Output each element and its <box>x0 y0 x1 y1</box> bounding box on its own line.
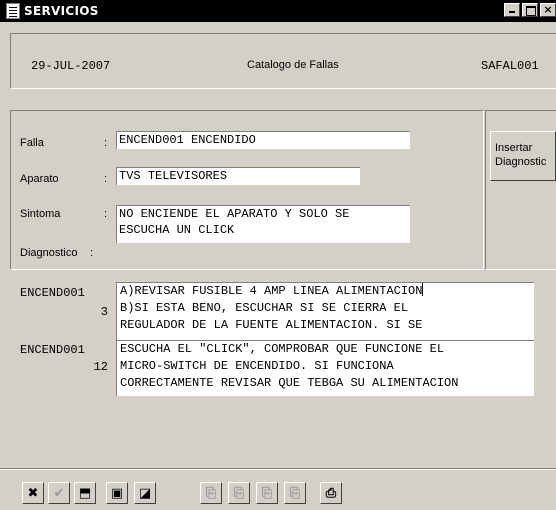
check-icon: ✔ <box>53 485 65 501</box>
insert-button-label-line2: Diagnostic <box>495 156 547 168</box>
aparato-code: TVS <box>119 169 141 183</box>
aparato-label: Aparato <box>20 173 59 185</box>
printer-icon: ⎙ <box>325 485 337 501</box>
header-panel: 29-JUL-2007 Catalogo de Fallas SAFAL001 <box>10 33 556 89</box>
diagnostic-code: ENCEND001 <box>20 343 85 357</box>
falla-label: Falla <box>20 137 44 149</box>
form-code: SAFAL001 <box>481 59 539 73</box>
delete-record-button[interactable]: ⎘ <box>228 482 250 504</box>
aparato-field[interactable]: TVS TELEVISORES <box>116 167 360 185</box>
diagnostic-line: B)SI ESTA BENO, ESCUCHAR SI SE CIERRA EL <box>120 301 409 315</box>
text-caret <box>422 283 424 296</box>
accept-button[interactable]: ✔ <box>48 482 70 504</box>
undo-icon: ⬒ <box>78 485 92 501</box>
insert-record-icon: ⎘ <box>205 485 217 501</box>
header-title: Catalogo de Fallas <box>247 59 339 71</box>
next-record-button[interactable]: ⎘ <box>284 482 306 504</box>
header-date: 29-JUL-2007 <box>31 59 111 73</box>
exit-button[interactable]: ◪ <box>134 482 156 504</box>
sintoma-line: ESCUCHA UN CLICK <box>119 223 235 237</box>
insert-diagnostic-button[interactable]: Insertar Diagnostic <box>490 131 556 181</box>
diagnostic-text-2[interactable]: ESCUCHA EL "CLICK", COMPROBAR QUE FUNCIO… <box>116 340 534 396</box>
diagnostic-line: MICRO-SWITCH DE ENCENDIDO. SI FUNCIONA <box>120 359 394 373</box>
cancel-x-icon: ✖ <box>27 485 39 501</box>
diagnostic-line: A)REVISAR FUSIBLE 4 AMP LINEA ALIMENTACI… <box>120 284 423 298</box>
previous-record-button[interactable]: ⎘ <box>256 482 278 504</box>
undo-button[interactable]: ⬒ <box>74 482 96 504</box>
maximize-button[interactable] <box>522 3 538 17</box>
diagnostic-code: ENCEND001 <box>20 286 85 300</box>
delete-record-icon: ⎘ <box>233 485 245 501</box>
sintoma-field[interactable]: NO ENCIENDE EL APARATO Y SOLO SE ESCUCHA … <box>116 205 410 243</box>
diagnostico-label: Diagnostico <box>20 247 78 259</box>
diagnostic-text-1[interactable]: A)REVISAR FUSIBLE 4 AMP LINEA ALIMENTACI… <box>116 282 534 340</box>
diagnostic-number: 12 <box>93 360 108 374</box>
save-button[interactable]: ▣ <box>106 482 128 504</box>
falla-colon: : <box>104 137 108 149</box>
next-record-icon: ⎘ <box>289 485 301 501</box>
close-button[interactable]: × <box>540 3 556 17</box>
window-title: SERVICIOS <box>24 4 99 18</box>
print-button[interactable]: ⎙ <box>320 482 342 504</box>
aparato-colon: : <box>104 173 108 185</box>
diagnostico-colon: : <box>90 247 94 259</box>
insert-record-button[interactable]: ⎘ <box>200 482 222 504</box>
window-controls: × <box>502 3 556 17</box>
insert-button-label-line1: Insertar <box>495 142 533 154</box>
exit-icon: ◪ <box>138 485 152 501</box>
cancel-button[interactable]: ✖ <box>22 482 44 504</box>
diagnostic-line: ESCUCHA EL "CLICK", COMPROBAR QUE FUNCIO… <box>120 342 445 356</box>
toolbar: ✖ ✔ ⬒ ▣ ◪ ⎘ ⎘ ⎘ ⎘ ⎙ <box>0 468 556 510</box>
minimize-button[interactable] <box>504 3 520 17</box>
diagnostic-line: REGULADOR DE LA FUENTE ALIMENTACION. SI … <box>120 318 423 332</box>
title-bar[interactable]: SERVICIOS × <box>0 0 556 22</box>
save-disk-icon: ▣ <box>110 485 124 501</box>
diagnostic-number: 3 <box>100 305 108 319</box>
sintoma-label: Sintoma <box>20 208 61 220</box>
app-document-icon <box>6 3 20 19</box>
falla-code: ENCEND001 <box>119 133 184 147</box>
sintoma-colon: : <box>104 208 108 220</box>
falla-field[interactable]: ENCEND001 ENCENDIDO <box>116 131 410 149</box>
sintoma-line: NO ENCIENDE EL APARATO Y SOLO SE <box>119 207 350 221</box>
falla-name: ENCENDIDO <box>191 133 256 147</box>
diagnostic-line: CORRECTAMENTE REVISAR QUE TEBGA SU ALIME… <box>120 376 459 390</box>
aparato-name: TELEVISORES <box>147 169 228 183</box>
previous-record-icon: ⎘ <box>261 485 273 501</box>
